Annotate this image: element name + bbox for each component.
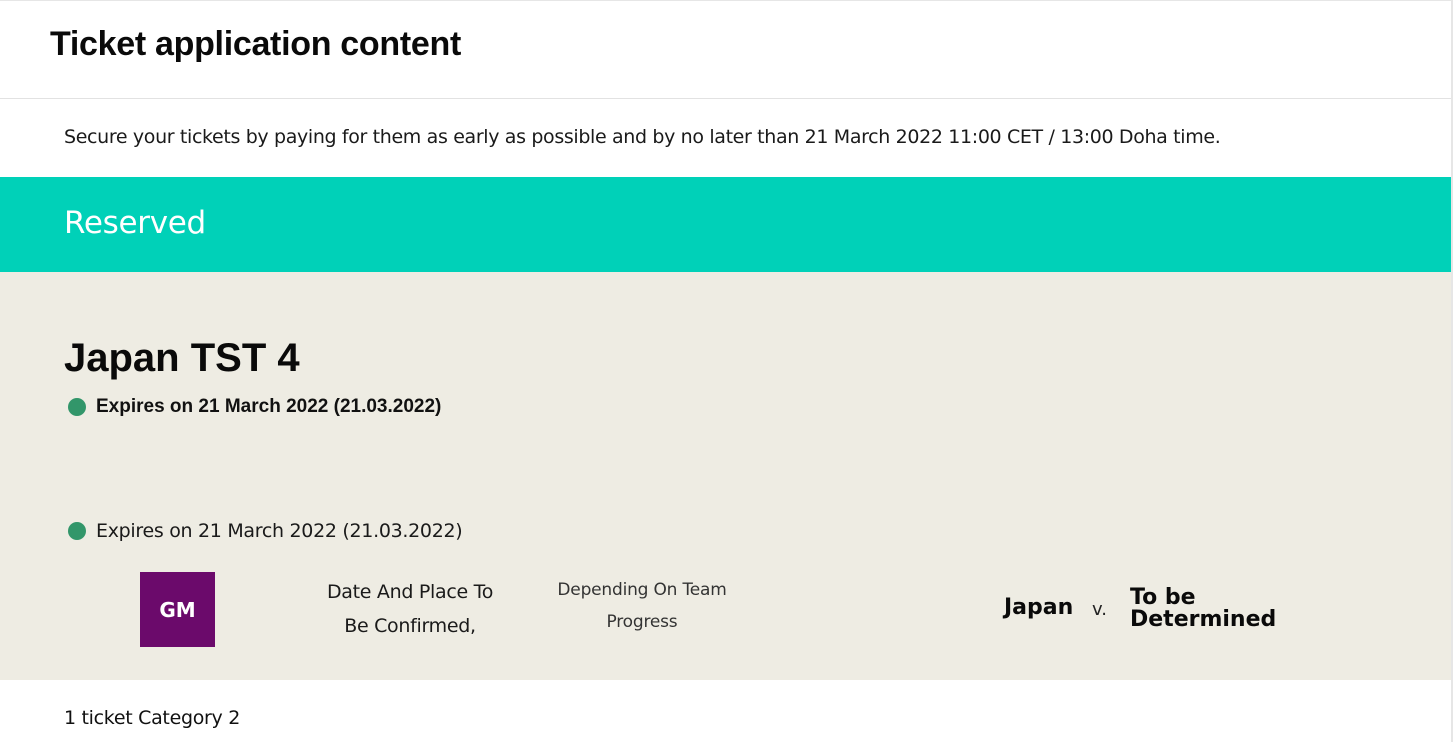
reservation-status-band: Reserved [0,177,1451,272]
progress-line: Depending On Team [557,580,727,600]
ticket-summary: 1 ticket Category 2 [64,707,241,729]
match-title: Japan TST 4 [64,336,300,380]
progress-line: Progress [606,612,678,632]
status-dot-icon [68,398,86,416]
versus-label: v. [1092,599,1107,620]
match-panel: Japan TST 4 Expires on 21 March 2022 (21… [0,272,1451,680]
stage-badge-label: GM [159,597,196,622]
expiry-detail: Expires on 21 March 2022 (21.03.2022) [68,520,463,542]
away-team-line: To be [1130,585,1196,610]
expiry-text: Expires on 21 March 2022 (21.03.2022) [96,396,442,417]
page-header: Ticket application content [0,1,1451,99]
status-label: Reserved [64,205,206,241]
expiry-summary: Expires on 21 March 2022 (21.03.2022) [68,396,441,418]
away-team-line: Determined [1130,607,1277,632]
payment-deadline-notice: Secure your tickets by paying for them a… [64,126,1221,148]
home-team: Japan [1004,595,1074,620]
venue-line: Date And Place To [326,581,494,603]
status-dot-icon [68,522,86,540]
ticket-application-page: Ticket application content Secure your t… [0,0,1453,742]
venue-line: Be Confirmed, [344,615,476,637]
venue-info: Date And Place To Be Confirmed, [300,575,520,643]
page-title: Ticket application content [50,25,461,63]
progress-info: Depending On Team Progress [532,574,752,638]
away-team: To be Determined [1130,587,1330,631]
stage-badge: GM [140,572,215,647]
expiry-text: Expires on 21 March 2022 (21.03.2022) [96,520,463,542]
